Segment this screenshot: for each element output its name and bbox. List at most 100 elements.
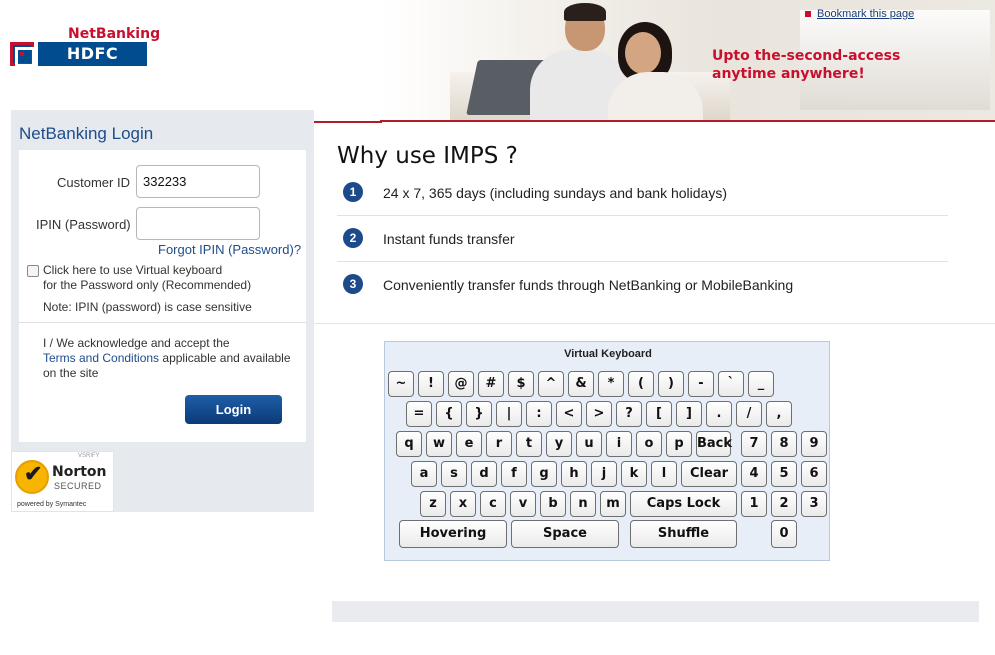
key-y[interactable]: y	[546, 431, 572, 457]
key-1[interactable]: 1	[741, 491, 767, 517]
bullet-icon	[805, 11, 811, 18]
key-shuffle[interactable]: Shuffle	[630, 520, 737, 548]
hdfc-logo[interactable]: NetBanking HDFC BANK	[10, 26, 160, 87]
key-3[interactable]: 3	[801, 491, 827, 517]
woman-head	[625, 32, 661, 74]
key-slash[interactable]: /	[736, 401, 762, 427]
key-less-than[interactable]: <	[556, 401, 582, 427]
key-tilde[interactable]: ~	[388, 371, 414, 397]
key-j[interactable]: j	[591, 461, 617, 487]
key-z[interactable]: z	[420, 491, 446, 517]
forgot-ipin-link[interactable]: Forgot IPIN (Password)?	[158, 242, 301, 257]
imps-benefit-text: Conveniently transfer funds through NetB…	[383, 277, 794, 293]
customer-id-label: Customer ID	[57, 175, 130, 190]
imps-benefit-text: 24 x 7, 365 days (including sundays and …	[383, 185, 727, 201]
banner-tagline-1: Upto the-second-access	[712, 48, 901, 64]
norton-secured-badge[interactable]: VSRIFY ✔ Norton SECURED powered by Syman…	[11, 451, 114, 512]
key-k[interactable]: k	[621, 461, 647, 487]
key-6[interactable]: 6	[801, 461, 827, 487]
key-o[interactable]: o	[636, 431, 662, 457]
key-at[interactable]: @	[448, 371, 474, 397]
key-minus[interactable]: -	[688, 371, 714, 397]
imps-benefit-item: 2 Instant funds transfer	[337, 216, 948, 262]
key-open-paren[interactable]: (	[628, 371, 654, 397]
promo-banner: Bookmark this page Upto the-second-acces…	[380, 0, 995, 122]
key-v[interactable]: v	[510, 491, 536, 517]
key-b[interactable]: b	[540, 491, 566, 517]
key-8[interactable]: 8	[771, 431, 797, 457]
key-equals[interactable]: =	[406, 401, 432, 427]
norton-name: Norton	[52, 464, 107, 480]
key-colon[interactable]: :	[526, 401, 552, 427]
virtual-keyboard-label[interactable]: Click here to use Virtual keyboard for t…	[43, 263, 283, 293]
key-dollar[interactable]: $	[508, 371, 534, 397]
key-ampersand[interactable]: &	[568, 371, 594, 397]
key-question[interactable]: ?	[616, 401, 642, 427]
key-asterisk[interactable]: *	[598, 371, 624, 397]
key-open-bracket[interactable]: [	[646, 401, 672, 427]
ipin-password-input[interactable]	[136, 207, 260, 240]
key-s[interactable]: s	[441, 461, 467, 487]
key-a[interactable]: a	[411, 461, 437, 487]
key-c[interactable]: c	[480, 491, 506, 517]
step-number-badge: 2	[343, 228, 363, 248]
key-hash[interactable]: #	[478, 371, 504, 397]
ack-pre-text: I / We acknowledge and accept the	[43, 336, 230, 350]
key-underscore[interactable]: _	[748, 371, 774, 397]
key-caps-lock[interactable]: Caps Lock	[630, 491, 737, 517]
key-9[interactable]: 9	[801, 431, 827, 457]
key-pipe[interactable]: |	[496, 401, 522, 427]
key-u[interactable]: u	[576, 431, 602, 457]
norton-powered-text: powered by Symantec	[17, 501, 87, 508]
case-sensitive-note: Note: IPIN (password) is case sensitive	[43, 300, 252, 314]
key-open-brace[interactable]: {	[436, 401, 462, 427]
key-greater-than[interactable]: >	[586, 401, 612, 427]
key-n[interactable]: n	[570, 491, 596, 517]
key-period[interactable]: .	[706, 401, 732, 427]
key-p[interactable]: p	[666, 431, 692, 457]
key-r[interactable]: r	[486, 431, 512, 457]
norton-verify-text: VSRIFY	[78, 453, 100, 459]
key-f[interactable]: f	[501, 461, 527, 487]
key-m[interactable]: m	[600, 491, 626, 517]
key-space[interactable]: Space	[511, 520, 619, 548]
key-close-bracket[interactable]: ]	[676, 401, 702, 427]
logo-netbanking-text: NetBanking	[68, 26, 161, 42]
key-close-paren[interactable]: )	[658, 371, 684, 397]
key-w[interactable]: w	[426, 431, 452, 457]
customer-id-input[interactable]	[136, 165, 260, 198]
key-hovering[interactable]: Hovering	[399, 520, 507, 548]
key-close-brace[interactable]: }	[466, 401, 492, 427]
imps-benefit-text: Instant funds transfer	[383, 231, 515, 247]
key-5[interactable]: 5	[771, 461, 797, 487]
ipin-label: IPIN (Password)	[36, 217, 131, 232]
key-exclamation[interactable]: !	[418, 371, 444, 397]
key-g[interactable]: g	[531, 461, 557, 487]
key-7[interactable]: 7	[741, 431, 767, 457]
key-clear[interactable]: Clear	[681, 461, 737, 487]
key-caret[interactable]: ^	[538, 371, 564, 397]
key-comma[interactable]: ,	[766, 401, 792, 427]
key-x[interactable]: x	[450, 491, 476, 517]
footer-bar	[332, 601, 979, 622]
key-back[interactable]: Back	[696, 431, 732, 457]
bookmark-link[interactable]: Bookmark this page	[817, 8, 914, 20]
virtual-keyboard-checkbox[interactable]	[27, 265, 39, 277]
terms-conditions-link[interactable]: Terms and Conditions	[43, 351, 159, 365]
key-backtick[interactable]: `	[718, 371, 744, 397]
key-e[interactable]: e	[456, 431, 482, 457]
key-l[interactable]: l	[651, 461, 677, 487]
key-q[interactable]: q	[396, 431, 422, 457]
key-t[interactable]: t	[516, 431, 542, 457]
key-d[interactable]: d	[471, 461, 497, 487]
key-2[interactable]: 2	[771, 491, 797, 517]
imps-benefit-item: 1 24 x 7, 365 days (including sundays an…	[337, 170, 948, 216]
section-divider	[314, 323, 995, 324]
key-0[interactable]: 0	[771, 520, 797, 548]
login-button[interactable]: Login	[185, 395, 282, 424]
key-i[interactable]: i	[606, 431, 632, 457]
login-title: NetBanking Login	[19, 124, 154, 143]
key-h[interactable]: h	[561, 461, 587, 487]
step-number-badge: 3	[343, 274, 363, 294]
key-4[interactable]: 4	[741, 461, 767, 487]
